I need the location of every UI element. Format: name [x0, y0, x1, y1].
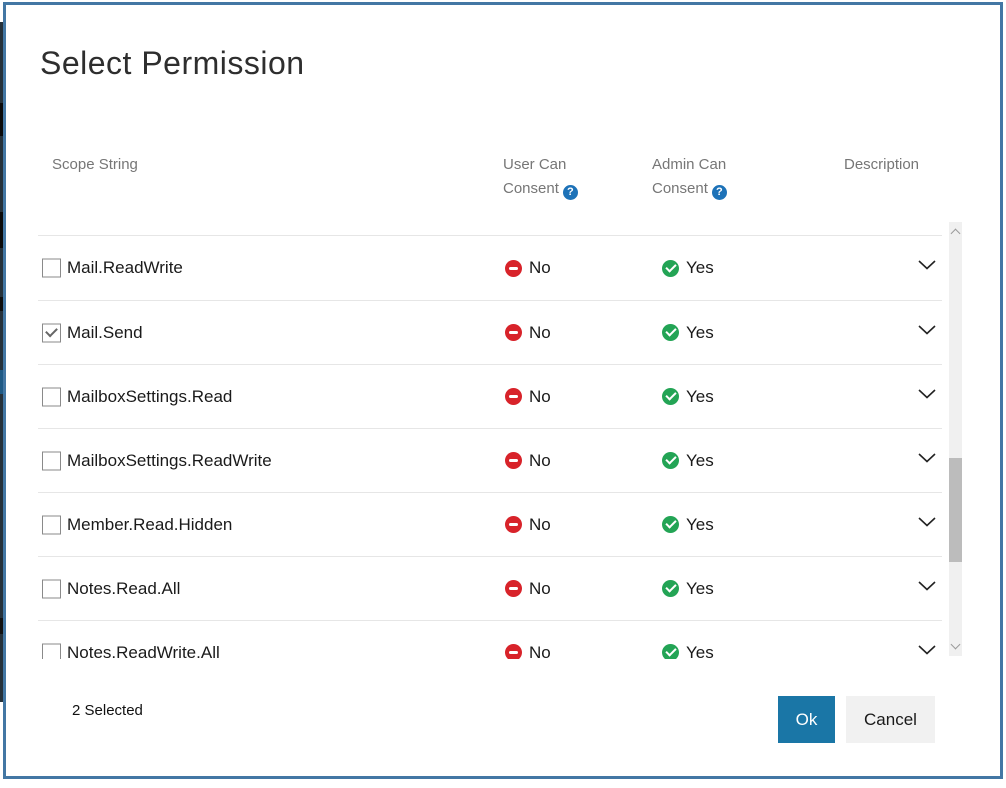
- scope-label: Mail.ReadWrite: [67, 258, 183, 278]
- check-circle-icon: [662, 388, 679, 405]
- consent-value: No: [529, 643, 551, 660]
- expand-row-button[interactable]: [914, 639, 940, 659]
- consent-value: Yes: [686, 387, 714, 407]
- column-header-user-can-consent: User Can Consent: [503, 153, 623, 201]
- chevron-down-icon: [918, 453, 936, 463]
- user-consent-cell: No: [505, 643, 551, 660]
- user-consent-cell: No: [505, 323, 551, 343]
- row-checkbox[interactable]: [42, 323, 61, 342]
- table-row: Notes.Read.All No Yes: [38, 556, 942, 620]
- admin-consent-cell: Yes: [662, 451, 714, 471]
- expand-row-button[interactable]: [914, 319, 940, 341]
- consent-value: No: [529, 387, 551, 407]
- chevron-up-icon[interactable]: [951, 229, 961, 239]
- chevron-down-icon: [918, 517, 936, 527]
- consent-value: Yes: [686, 579, 714, 599]
- admin-consent-cell: Yes: [662, 515, 714, 535]
- block-icon: [505, 644, 522, 659]
- table-row: Member.Read.Hidden No Yes: [38, 492, 942, 556]
- row-checkbox[interactable]: [42, 579, 61, 598]
- user-consent-cell: No: [505, 387, 551, 407]
- consent-value: No: [529, 579, 551, 599]
- scope-label: Notes.ReadWrite.All: [67, 643, 220, 660]
- row-checkbox[interactable]: [42, 643, 61, 659]
- scrollbar-thumb[interactable]: [949, 458, 962, 562]
- check-circle-icon: [662, 516, 679, 533]
- help-icon[interactable]: [712, 185, 727, 200]
- expand-row-button[interactable]: [914, 575, 940, 597]
- permission-table-body: Mail.ReadWrite No Yes Mail.Send No Yes: [38, 235, 942, 659]
- selected-count-label: 2 Selected: [72, 702, 143, 719]
- scope-label: MailboxSettings.Read: [67, 387, 232, 407]
- expand-row-button[interactable]: [914, 447, 940, 469]
- cancel-button[interactable]: Cancel: [846, 696, 935, 743]
- scope-label: Mail.Send: [67, 323, 143, 343]
- check-circle-icon: [662, 260, 679, 277]
- chevron-down-icon: [918, 325, 936, 335]
- consent-value: Yes: [686, 451, 714, 471]
- column-header-scope-string: Scope String: [52, 153, 138, 177]
- expand-row-button[interactable]: [914, 383, 940, 405]
- table-row: Mail.ReadWrite No Yes: [38, 236, 942, 300]
- consent-value: Yes: [686, 643, 714, 660]
- table-row: Mail.Send No Yes: [38, 300, 942, 364]
- row-checkbox[interactable]: [42, 451, 61, 470]
- page-title: Select Permission: [40, 45, 305, 82]
- chevron-down-icon: [918, 389, 936, 399]
- chevron-down-icon: [918, 581, 936, 591]
- admin-consent-cell: Yes: [662, 643, 714, 660]
- consent-value: Yes: [686, 323, 714, 343]
- block-icon: [505, 388, 522, 405]
- ok-button[interactable]: Ok: [778, 696, 835, 743]
- consent-value: No: [529, 515, 551, 535]
- column-header-description: Description: [844, 153, 919, 177]
- consent-value: Yes: [686, 515, 714, 535]
- consent-value: No: [529, 258, 551, 278]
- block-icon: [505, 580, 522, 597]
- help-icon[interactable]: [563, 185, 578, 200]
- consent-value: Yes: [686, 258, 714, 278]
- block-icon: [505, 260, 522, 277]
- block-icon: [505, 324, 522, 341]
- table-row: MailboxSettings.Read No Yes: [38, 364, 942, 428]
- check-circle-icon: [662, 644, 679, 659]
- check-circle-icon: [662, 452, 679, 469]
- consent-value: No: [529, 451, 551, 471]
- user-consent-cell: No: [505, 258, 551, 278]
- block-icon: [505, 452, 522, 469]
- check-circle-icon: [662, 580, 679, 597]
- table-row: MailboxSettings.ReadWrite No Yes: [38, 428, 942, 492]
- check-circle-icon: [662, 324, 679, 341]
- user-consent-cell: No: [505, 451, 551, 471]
- admin-consent-cell: Yes: [662, 323, 714, 343]
- expand-row-button[interactable]: [914, 511, 940, 533]
- user-consent-cell: No: [505, 515, 551, 535]
- row-checkbox[interactable]: [42, 259, 61, 278]
- scope-label: Member.Read.Hidden: [67, 515, 232, 535]
- chevron-down-icon: [918, 645, 936, 655]
- scrollbar[interactable]: [949, 222, 962, 656]
- select-permission-dialog: Select Permission Scope String User Can …: [3, 2, 1003, 779]
- row-checkbox[interactable]: [42, 387, 61, 406]
- scope-label: MailboxSettings.ReadWrite: [67, 451, 272, 471]
- column-header-admin-can-consent: Admin Can Consent: [652, 153, 772, 201]
- chevron-down-icon[interactable]: [951, 640, 961, 650]
- admin-consent-cell: Yes: [662, 387, 714, 407]
- scope-label: Notes.Read.All: [67, 579, 180, 599]
- row-checkbox[interactable]: [42, 515, 61, 534]
- user-consent-cell: No: [505, 579, 551, 599]
- consent-value: No: [529, 323, 551, 343]
- admin-consent-cell: Yes: [662, 258, 714, 278]
- table-row: Notes.ReadWrite.All No Yes: [38, 620, 942, 659]
- chevron-down-icon: [918, 260, 936, 270]
- expand-row-button[interactable]: [914, 254, 940, 276]
- block-icon: [505, 516, 522, 533]
- admin-consent-cell: Yes: [662, 579, 714, 599]
